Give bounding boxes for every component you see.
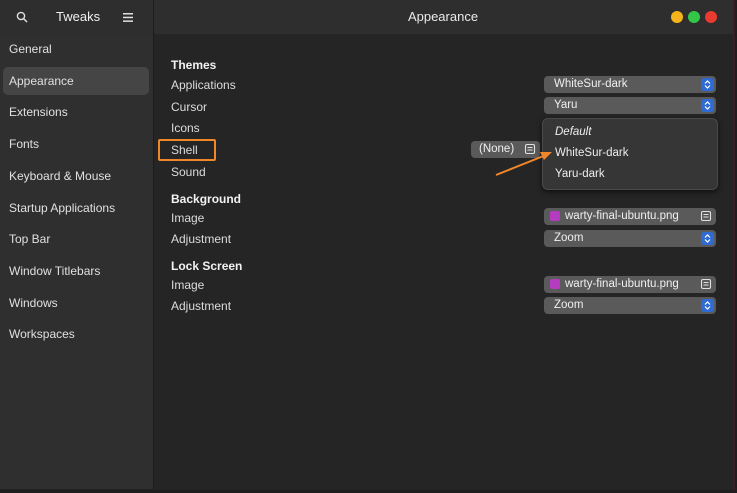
icons-label: Icons (171, 121, 200, 135)
lock-screen-image-button[interactable]: warty-final-ubuntu.png (544, 276, 716, 293)
tweaks-window: Tweaks Appearance General Appearance Ext… (0, 0, 735, 491)
sound-label: Sound (171, 165, 206, 179)
up-down-chevron-icon (701, 232, 714, 245)
app-title: Tweaks (56, 9, 101, 24)
lock-screen-adjustment-combo[interactable]: Zoom (544, 297, 716, 314)
cursor-combo[interactable]: Yaru (544, 97, 716, 114)
lock-screen-image-label: Image (171, 278, 205, 292)
icons-dropdown-popover: Default WhiteSur-dark Yaru-dark (542, 118, 718, 190)
document-icon (700, 278, 712, 290)
image-file-icon (550, 279, 560, 289)
search-button[interactable] (12, 8, 32, 26)
sidebar-item-label: Workspaces (9, 327, 75, 341)
menu-button[interactable] (118, 7, 138, 27)
sidebar: General Appearance Extensions Fonts Keyb… (0, 34, 154, 489)
background-heading: Background (171, 192, 242, 206)
sidebar-item-appearance[interactable]: Appearance (3, 67, 149, 95)
image-file-icon (550, 211, 560, 221)
sidebar-item-label: Fonts (9, 137, 40, 151)
dropdown-option-whitesur-dark[interactable]: WhiteSur-dark (555, 147, 629, 159)
applications-label: Applications (171, 78, 236, 92)
sidebar-item-keyboard-mouse[interactable]: Keyboard & Mouse (3, 162, 149, 190)
sidebar-item-label: Appearance (9, 74, 74, 88)
applications-value: WhiteSur-dark (554, 78, 628, 90)
document-icon (524, 143, 536, 155)
sidebar-item-label: Keyboard & Mouse (9, 169, 112, 183)
sidebar-item-fonts[interactable]: Fonts (3, 130, 149, 158)
sidebar-item-window-titlebars[interactable]: Window Titlebars (3, 257, 149, 285)
lock-screen-adjustment-value: Zoom (554, 299, 584, 311)
sidebar-item-label: Windows (9, 296, 58, 310)
background-adjustment-combo[interactable]: Zoom (544, 230, 716, 247)
sidebar-item-label: Window Titlebars (9, 264, 101, 278)
cursor-value: Yaru (554, 99, 578, 111)
applications-combo[interactable]: WhiteSur-dark (544, 76, 716, 93)
up-down-chevron-icon (701, 78, 714, 91)
document-icon (700, 210, 712, 222)
background-adjustment-value: Zoom (554, 232, 584, 244)
background-image-value: warty-final-ubuntu.png (565, 210, 679, 222)
lock-screen-image-value: warty-final-ubuntu.png (565, 278, 679, 290)
dropdown-option-default[interactable]: Default (555, 126, 591, 138)
up-down-chevron-icon (701, 99, 714, 112)
maximize-button[interactable] (688, 11, 700, 23)
cursor-label: Cursor (171, 100, 208, 114)
close-button[interactable] (705, 11, 717, 23)
sidebar-item-label: Extensions (9, 105, 68, 119)
sidebar-item-startup-applications[interactable]: Startup Applications (3, 194, 149, 222)
dropdown-option-yaru-dark[interactable]: Yaru-dark (555, 168, 605, 180)
sidebar-item-label: Startup Applications (9, 201, 116, 215)
up-down-chevron-icon (701, 299, 714, 312)
sidebar-item-label: Top Bar (9, 232, 51, 246)
background-adjustment-label: Adjustment (171, 232, 232, 246)
page-title: Appearance (407, 9, 479, 24)
sidebar-header: Tweaks (0, 0, 154, 34)
themes-heading: Themes (171, 58, 217, 72)
sidebar-item-general[interactable]: General (3, 35, 149, 63)
sidebar-item-top-bar[interactable]: Top Bar (3, 225, 149, 253)
minimize-button[interactable] (671, 11, 683, 23)
hamburger-menu-icon (123, 12, 133, 22)
shell-label: Shell (171, 143, 198, 157)
sidebar-item-workspaces[interactable]: Workspaces (3, 320, 149, 348)
lock-screen-heading: Lock Screen (171, 259, 243, 273)
sidebar-item-label: General (9, 42, 52, 56)
header-bar: Tweaks Appearance (0, 0, 733, 34)
background-image-label: Image (171, 211, 205, 225)
sidebar-item-windows[interactable]: Windows (3, 289, 149, 317)
shell-file-button[interactable]: (None) (471, 141, 540, 158)
lock-screen-adjustment-label: Adjustment (171, 299, 232, 313)
shell-value: (None) (479, 143, 515, 155)
search-icon (16, 11, 28, 23)
background-image-button[interactable]: warty-final-ubuntu.png (544, 208, 716, 225)
sidebar-item-extensions[interactable]: Extensions (3, 98, 149, 126)
appearance-panel: Themes Applications WhiteSur-dark Cursor… (154, 34, 733, 489)
